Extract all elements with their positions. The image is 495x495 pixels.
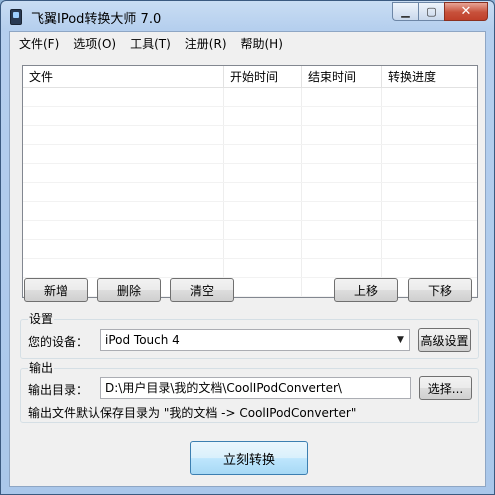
maximize-icon: ▢ [426, 5, 437, 18]
table-cell [23, 259, 224, 277]
table-row[interactable] [23, 164, 477, 183]
table-cell [302, 259, 382, 277]
table-row[interactable] [23, 126, 477, 145]
minimize-button[interactable]: ▁ [392, 2, 418, 21]
menu-register[interactable]: 注册(R) [178, 35, 234, 52]
menu-bar: 文件(F) 选项(O) 工具(T) 注册(R) 帮助(H) [10, 32, 485, 54]
maximize-button[interactable]: ▢ [418, 2, 444, 21]
table-cell [302, 88, 382, 106]
table-cell [382, 221, 477, 239]
advanced-settings-button[interactable]: 高级设置 [418, 328, 471, 352]
table-cell [302, 164, 382, 182]
add-button[interactable]: 新增 [24, 278, 88, 302]
table-row[interactable] [23, 145, 477, 164]
settings-group-title: 设置 [28, 312, 55, 326]
menu-tools[interactable]: 工具(T) [123, 35, 178, 52]
table-cell [382, 126, 477, 144]
clear-button[interactable]: 清空 [170, 278, 234, 302]
device-select[interactable]: iPod Touch 4 ▼ [100, 329, 410, 351]
output-dir-input[interactable]: D:\用户目录\我的文档\CoolIPodConverter\ [100, 377, 411, 399]
table-cell [382, 107, 477, 125]
default-output-note: 输出文件默认保存目录为 "我的文档 -> CoolIPodConverter" [28, 406, 357, 420]
table-cell [382, 88, 477, 106]
table-cell [224, 164, 302, 182]
table-cell [302, 221, 382, 239]
table-cell [23, 126, 224, 144]
menu-file[interactable]: 文件(F) [12, 35, 66, 52]
table-cell [23, 107, 224, 125]
close-icon: ✕ [460, 4, 472, 19]
table-cell [302, 240, 382, 258]
menu-help[interactable]: 帮助(H) [234, 35, 290, 52]
window-controls: ▁ ▢ ✕ [392, 2, 488, 22]
table-cell [382, 240, 477, 258]
table-row[interactable] [23, 183, 477, 202]
column-header-progress[interactable]: 转换进度 [382, 66, 477, 87]
table-cell [382, 183, 477, 201]
device-select-value: iPod Touch 4 [105, 333, 180, 347]
browse-button[interactable]: 选择... [419, 376, 472, 400]
table-cell [382, 259, 477, 277]
table-cell [224, 145, 302, 163]
output-group-title: 输出 [28, 361, 55, 375]
app-window: 飞翼IPod转换大师 7.0 ▁ ▢ ✕ 文件(F) 选项(O) 工具(T) 注… [0, 0, 495, 495]
table-cell [23, 88, 224, 106]
device-label: 您的设备： [28, 335, 89, 349]
close-button[interactable]: ✕ [444, 2, 488, 21]
convert-now-button[interactable]: 立刻转换 [190, 441, 308, 475]
menu-options[interactable]: 选项(O) [66, 35, 123, 52]
column-header-file[interactable]: 文件 [23, 66, 224, 87]
table-cell [23, 221, 224, 239]
delete-button[interactable]: 删除 [97, 278, 161, 302]
table-row[interactable] [23, 202, 477, 221]
table-cell [224, 221, 302, 239]
table-cell [23, 145, 224, 163]
table-cell [224, 88, 302, 106]
table-cell [224, 126, 302, 144]
table-cell [224, 202, 302, 220]
table-cell [224, 259, 302, 277]
move-up-button[interactable]: 上移 [334, 278, 398, 302]
table-cell [302, 183, 382, 201]
table-row[interactable] [23, 259, 477, 278]
column-header-end-time[interactable]: 结束时间 [302, 66, 382, 87]
table-cell [224, 240, 302, 258]
move-down-button[interactable]: 下移 [408, 278, 472, 302]
table-cell [302, 126, 382, 144]
table-cell [302, 202, 382, 220]
table-cell [382, 145, 477, 163]
table-cell [23, 202, 224, 220]
chevron-down-icon[interactable]: ▼ [392, 330, 409, 350]
ipod-app-icon [10, 9, 22, 25]
table-cell [302, 107, 382, 125]
file-list-body[interactable] [23, 88, 477, 298]
title-bar[interactable]: 飞翼IPod转换大师 7.0 ▁ ▢ ✕ [1, 1, 494, 31]
table-row[interactable] [23, 88, 477, 107]
table-cell [224, 278, 302, 296]
table-cell [23, 164, 224, 182]
window-title: 飞翼IPod转换大师 7.0 [31, 12, 162, 27]
table-cell [382, 164, 477, 182]
table-cell [23, 183, 224, 201]
table-row[interactable] [23, 107, 477, 126]
file-list-header: 文件 开始时间 结束时间 转换进度 [23, 66, 477, 88]
minimize-icon: ▁ [401, 5, 410, 18]
table-cell [302, 145, 382, 163]
file-list[interactable]: 文件 开始时间 结束时间 转换进度 [22, 65, 478, 298]
table-row[interactable] [23, 240, 477, 259]
table-cell [224, 183, 302, 201]
output-dir-label: 输出目录： [28, 383, 89, 397]
column-header-start-time[interactable]: 开始时间 [224, 66, 302, 87]
client-area: 文件(F) 选项(O) 工具(T) 注册(R) 帮助(H) 文件 开始时间 结束… [9, 31, 486, 487]
table-cell [382, 202, 477, 220]
table-row[interactable] [23, 221, 477, 240]
table-cell [23, 240, 224, 258]
table-cell [224, 107, 302, 125]
